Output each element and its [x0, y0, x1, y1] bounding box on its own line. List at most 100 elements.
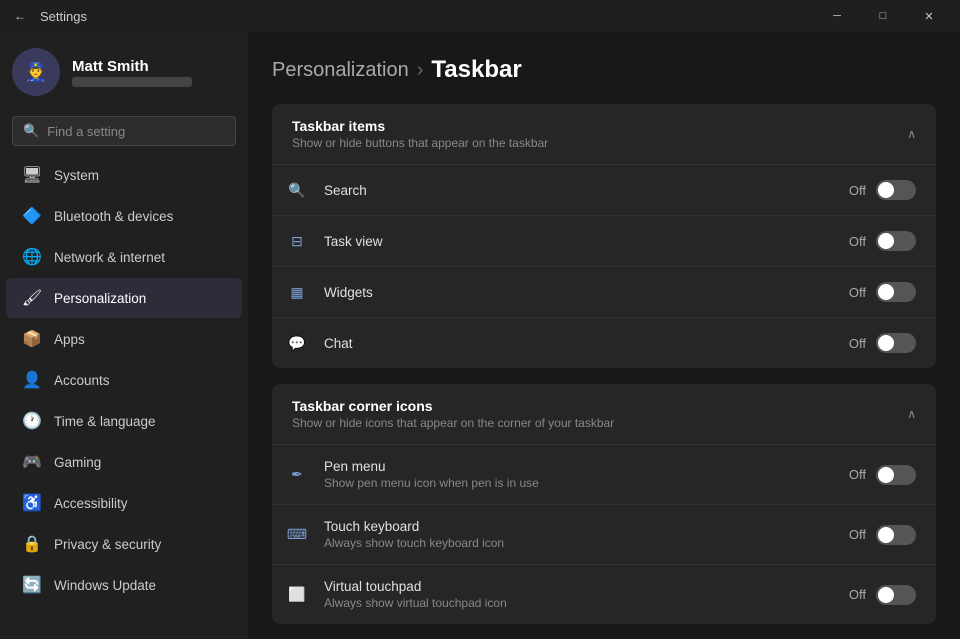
- nav-icon-gaming: 🎮: [22, 452, 42, 472]
- nav-icon-apps: 📦: [22, 329, 42, 349]
- nav-label-privacy: Privacy & security: [54, 537, 161, 552]
- setting-name-chat: Chat: [324, 336, 353, 351]
- setting-icon-search: 🔍: [286, 179, 308, 201]
- title-bar: ← Settings ─ □ ✕: [0, 0, 960, 32]
- setting-pen-menu: ✒ Pen menu Show pen menu icon when pen i…: [272, 444, 936, 504]
- main-layout: 👮 Matt Smith 🔍 🖥 System 🔷 Bluetooth & de…: [0, 32, 960, 639]
- toggle-task-view[interactable]: [876, 231, 916, 251]
- avatar: 👮: [12, 48, 60, 96]
- setting-virtual-touchpad: ⬜ Virtual touchpad Always show virtual t…: [272, 564, 936, 624]
- back-button[interactable]: ←: [8, 4, 32, 28]
- sidebar-item-accessibility[interactable]: ♿ Accessibility: [6, 483, 242, 523]
- section-subtitle-taskbar-items: Show or hide buttons that appear on the …: [292, 136, 548, 150]
- nav-icon-privacy: 🔒: [22, 534, 42, 554]
- user-subtitle: [72, 77, 192, 87]
- setting-name-touch-keyboard: Touch keyboard: [324, 519, 504, 534]
- user-profile[interactable]: 👮 Matt Smith: [0, 32, 248, 112]
- setting-icon-task-view: ⊟: [286, 230, 308, 252]
- setting-icon-virtual-touchpad: ⬜: [286, 584, 308, 606]
- title-bar-left: ← Settings: [8, 4, 87, 28]
- nav-label-system: System: [54, 168, 99, 183]
- search-box[interactable]: 🔍: [12, 116, 236, 146]
- setting-name-pen-menu: Pen menu: [324, 459, 539, 474]
- toggle-touch-keyboard[interactable]: [876, 525, 916, 545]
- nav-label-time: Time & language: [54, 414, 156, 429]
- nav-icon-windows-update: 🔄: [22, 575, 42, 595]
- nav-label-personalization: Personalization: [54, 291, 146, 306]
- setting-touch-keyboard: ⌨ Touch keyboard Always show touch keybo…: [272, 504, 936, 564]
- section-taskbar-items: Taskbar items Show or hide buttons that …: [272, 104, 936, 368]
- app-title: Settings: [40, 9, 87, 24]
- nav-icon-time: 🕐: [22, 411, 42, 431]
- nav-label-network: Network & internet: [54, 250, 165, 265]
- setting-desc-virtual-touchpad: Always show virtual touchpad icon: [324, 596, 507, 610]
- nav-icon-system: 🖥: [22, 165, 42, 185]
- section-title-taskbar-items: Taskbar items: [292, 118, 548, 134]
- nav-icon-bluetooth: 🔷: [22, 206, 42, 226]
- minimize-button[interactable]: ─: [814, 0, 860, 32]
- section-chevron-taskbar-corner-icons: ∧: [907, 407, 916, 421]
- sidebar-item-gaming[interactable]: 🎮 Gaming: [6, 442, 242, 482]
- sidebar-item-bluetooth[interactable]: 🔷 Bluetooth & devices: [6, 196, 242, 236]
- setting-status-task-view: Off: [849, 234, 866, 249]
- setting-status-touch-keyboard: Off: [849, 527, 866, 542]
- setting-task-view: ⊟ Task view Off: [272, 215, 936, 266]
- nav-label-accessibility: Accessibility: [54, 496, 128, 511]
- sidebar-item-personalization[interactable]: 🖌 Personalization: [6, 278, 242, 318]
- breadcrumb-current: Taskbar: [431, 56, 521, 84]
- nav-label-apps: Apps: [54, 332, 85, 347]
- restore-button[interactable]: □: [860, 0, 906, 32]
- sidebar-item-windows-update[interactable]: 🔄 Windows Update: [6, 565, 242, 605]
- setting-name-virtual-touchpad: Virtual touchpad: [324, 579, 507, 594]
- nav-list: 🖥 System 🔷 Bluetooth & devices 🌐 Network…: [0, 154, 248, 606]
- setting-name-task-view: Task view: [324, 234, 383, 249]
- nav-label-gaming: Gaming: [54, 455, 101, 470]
- nav-label-windows-update: Windows Update: [54, 578, 156, 593]
- section-header-taskbar-corner-icons[interactable]: Taskbar corner icons Show or hide icons …: [272, 384, 936, 444]
- setting-icon-chat: 💬: [286, 332, 308, 354]
- sidebar-item-privacy[interactable]: 🔒 Privacy & security: [6, 524, 242, 564]
- sidebar-item-time[interactable]: 🕐 Time & language: [6, 401, 242, 441]
- setting-icon-pen-menu: ✒: [286, 464, 308, 486]
- toggle-pen-menu[interactable]: [876, 465, 916, 485]
- setting-widgets: ▦ Widgets Off: [272, 266, 936, 317]
- setting-status-pen-menu: Off: [849, 467, 866, 482]
- window-controls: ─ □ ✕: [814, 0, 952, 32]
- setting-icon-widgets: ▦: [286, 281, 308, 303]
- section-chevron-taskbar-items: ∧: [907, 127, 916, 141]
- setting-chat: 💬 Chat Off: [272, 317, 936, 368]
- nav-label-accounts: Accounts: [54, 373, 110, 388]
- setting-status-search: Off: [849, 183, 866, 198]
- setting-search: 🔍 Search Off: [272, 164, 936, 215]
- breadcrumb: Personalization › Taskbar: [272, 56, 936, 84]
- sidebar-item-apps[interactable]: 📦 Apps: [6, 319, 242, 359]
- sidebar-item-accounts[interactable]: 👤 Accounts: [6, 360, 242, 400]
- nav-icon-personalization: 🖌: [22, 288, 42, 308]
- breadcrumb-parent[interactable]: Personalization: [272, 59, 409, 82]
- toggle-chat[interactable]: [876, 333, 916, 353]
- nav-icon-accessibility: ♿: [22, 493, 42, 513]
- toggle-widgets[interactable]: [876, 282, 916, 302]
- user-name: Matt Smith: [72, 58, 192, 75]
- section-header-taskbar-items[interactable]: Taskbar items Show or hide buttons that …: [272, 104, 936, 164]
- section-title-taskbar-corner-icons: Taskbar corner icons: [292, 398, 614, 414]
- user-info: Matt Smith: [72, 58, 192, 87]
- nav-label-bluetooth: Bluetooth & devices: [54, 209, 173, 224]
- setting-status-virtual-touchpad: Off: [849, 587, 866, 602]
- sidebar-item-network[interactable]: 🌐 Network & internet: [6, 237, 242, 277]
- toggle-search[interactable]: [876, 180, 916, 200]
- sidebar: 👮 Matt Smith 🔍 🖥 System 🔷 Bluetooth & de…: [0, 32, 248, 639]
- sections-container: Taskbar items Show or hide buttons that …: [272, 104, 936, 639]
- content-area: Personalization › Taskbar Taskbar items …: [248, 32, 960, 639]
- setting-name-search: Search: [324, 183, 367, 198]
- search-input[interactable]: [47, 124, 225, 139]
- close-button[interactable]: ✕: [906, 0, 952, 32]
- nav-icon-accounts: 👤: [22, 370, 42, 390]
- setting-name-widgets: Widgets: [324, 285, 373, 300]
- setting-icon-touch-keyboard: ⌨: [286, 524, 308, 546]
- section-taskbar-corner-icons: Taskbar corner icons Show or hide icons …: [272, 384, 936, 624]
- sidebar-item-system[interactable]: 🖥 System: [6, 155, 242, 195]
- setting-desc-touch-keyboard: Always show touch keyboard icon: [324, 536, 504, 550]
- nav-icon-network: 🌐: [22, 247, 42, 267]
- toggle-virtual-touchpad[interactable]: [876, 585, 916, 605]
